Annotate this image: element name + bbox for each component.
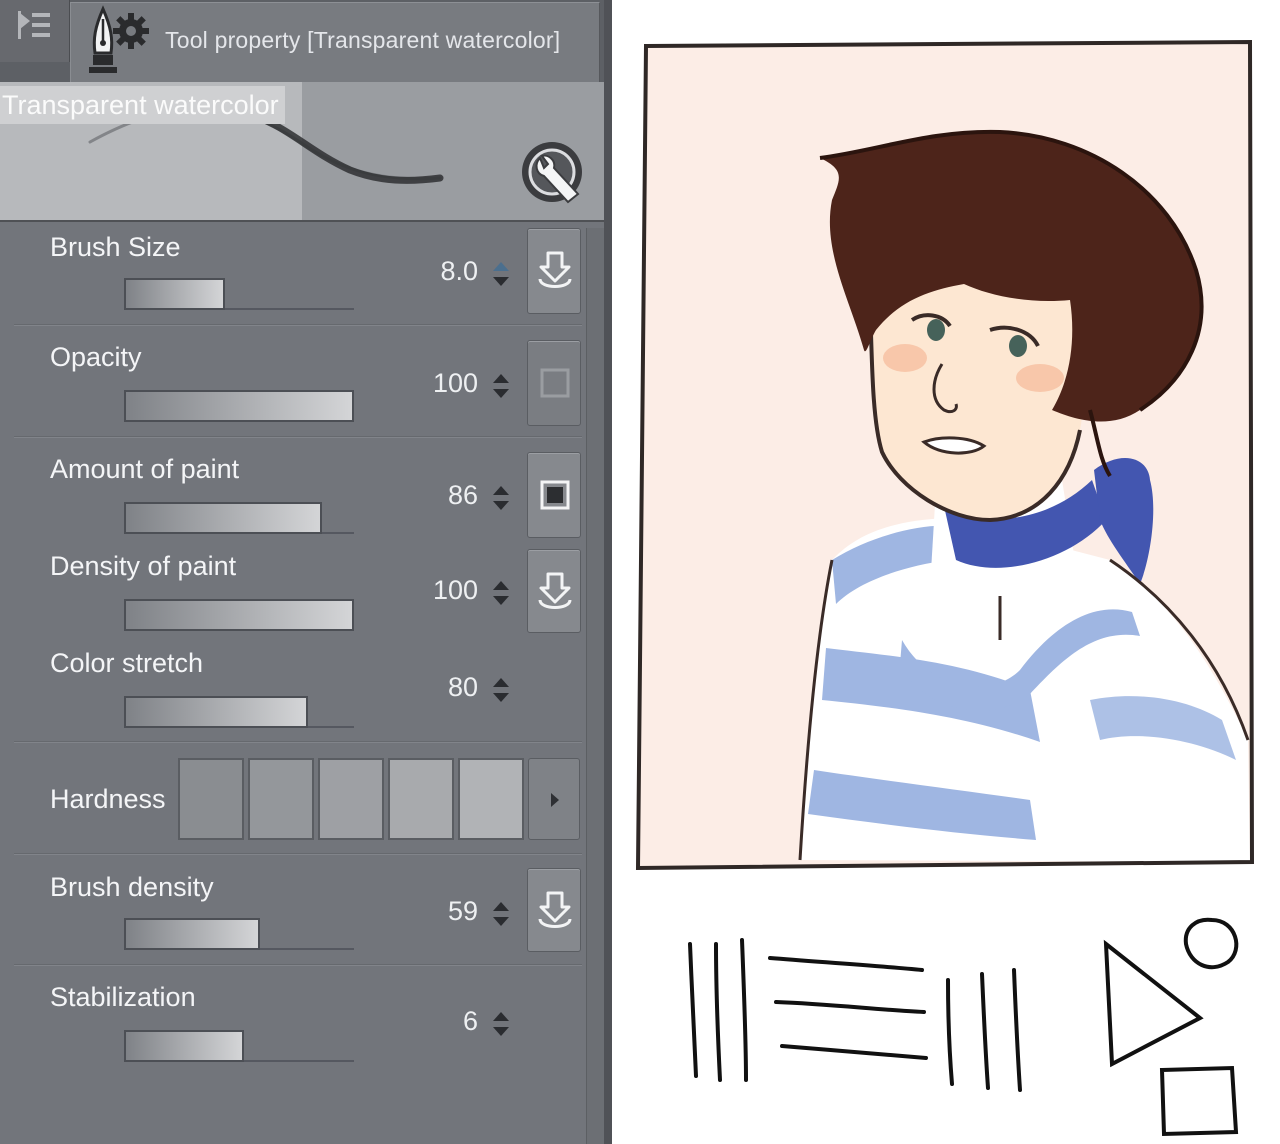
property-value[interactable]: 6 (358, 1006, 478, 1037)
spin-arrows-icon[interactable] (490, 258, 512, 290)
property-label: Stabilization (50, 982, 196, 1012)
property-brush-density: Brush density 59 (0, 866, 586, 962)
stabilization-slider[interactable] (124, 1030, 354, 1064)
property-label: Density of paint (50, 551, 237, 581)
hardness-preset-3[interactable] (318, 758, 384, 840)
hardness-preset-5[interactable] (458, 758, 524, 840)
panel-menu-icon (18, 11, 50, 39)
checkbox-unchecked-icon (540, 368, 570, 398)
color-stretch-slider[interactable] (124, 696, 354, 730)
property-opacity: Opacity 100 (0, 338, 586, 438)
hardness-preset-1[interactable] (178, 758, 244, 840)
density-of-paint-slider[interactable] (124, 599, 354, 633)
pen-pressure-icon (538, 572, 572, 609)
property-label: Brush density (50, 872, 214, 902)
spin-arrows-icon[interactable] (490, 674, 512, 706)
pen-pressure-icon (538, 251, 572, 288)
property-value[interactable]: 100 (358, 575, 478, 606)
brush-preview: Transparent watercolor (0, 82, 604, 222)
panel-tab-bar: Tool property [Transparent watercolor] (0, 0, 612, 82)
property-label: Hardness (50, 784, 166, 814)
hardness-preset-2[interactable] (248, 758, 314, 840)
property-label: Brush Size (50, 232, 181, 262)
checkbox-checked-icon (540, 480, 570, 510)
hardness-preset-4[interactable] (388, 758, 454, 840)
tool-property-panel: Tool property [Transparent watercolor] T… (0, 0, 612, 1144)
spin-arrows-icon[interactable] (490, 370, 512, 402)
character-illustration (635, 39, 1255, 1137)
brush-name: Transparent watercolor (0, 86, 285, 124)
property-stabilization: Stabilization 6 (0, 978, 586, 1074)
property-value[interactable]: 80 (358, 672, 478, 703)
property-brush-size: Brush Size 8.0 (0, 226, 586, 326)
pressure-button[interactable] (527, 549, 581, 633)
spin-arrows-icon[interactable] (490, 1008, 512, 1040)
amount-of-paint-slider[interactable] (124, 502, 354, 536)
brush-size-slider[interactable] (124, 278, 354, 312)
property-density-of-paint: Density of paint 100 (0, 547, 586, 637)
property-color-stretch: Color stretch 80 (0, 644, 586, 740)
pen-pressure-icon (538, 891, 572, 928)
property-label: Opacity (50, 342, 142, 372)
panel-scrollbar[interactable] (586, 228, 604, 1144)
property-value[interactable]: 8.0 (358, 256, 478, 287)
gear-icon (113, 13, 149, 49)
property-value[interactable]: 100 (358, 368, 478, 399)
property-label: Amount of paint (50, 454, 240, 484)
pressure-button[interactable] (527, 228, 581, 314)
spin-arrows-icon[interactable] (490, 482, 512, 514)
sub-tool-detail-button[interactable] (520, 140, 590, 210)
amount-of-paint-toggle[interactable] (527, 452, 581, 538)
property-label: Color stretch (50, 648, 204, 678)
opacity-toggle[interactable] (527, 340, 581, 426)
drawing-canvas[interactable] (612, 0, 1280, 1144)
property-value[interactable]: 59 (358, 896, 478, 927)
tab-title: Tool property [Transparent watercolor] (165, 27, 561, 53)
property-hardness: Hardness (0, 758, 586, 842)
hardness-presets (178, 758, 526, 840)
spin-arrows-icon[interactable] (490, 898, 512, 930)
brush-density-slider[interactable] (124, 918, 354, 952)
tab-tool-property[interactable]: Tool property [Transparent watercolor] (70, 2, 600, 82)
panel-menu-button[interactable] (0, 0, 70, 62)
spin-arrows-icon[interactable] (490, 577, 512, 609)
opacity-slider[interactable] (124, 390, 354, 424)
hardness-next-button[interactable] (528, 758, 580, 840)
property-value[interactable]: 86 (358, 480, 478, 511)
pressure-button[interactable] (527, 868, 581, 952)
property-amount-of-paint: Amount of paint 86 (0, 450, 586, 540)
chevron-right-icon (551, 793, 559, 807)
wrench-settings-icon (522, 142, 582, 204)
